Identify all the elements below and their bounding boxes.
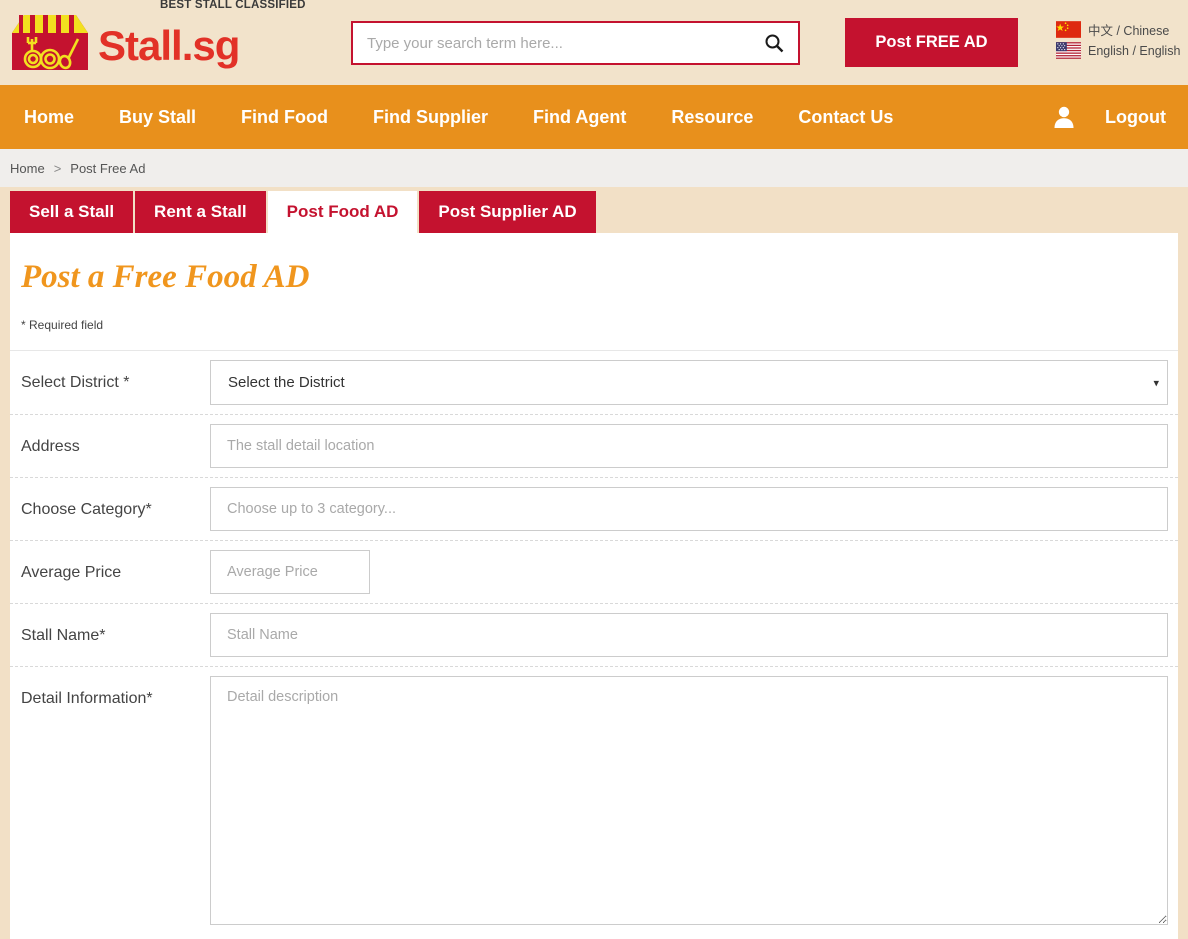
label-select-district: Select District *	[10, 360, 210, 392]
required-field-note: * Required field	[21, 318, 1178, 332]
search-button[interactable]	[750, 23, 798, 63]
language-option-chinese[interactable]: 中文 / Chinese	[1056, 20, 1180, 39]
form-row-detail-information: Detail Information*	[10, 666, 1178, 939]
form-row-address: Address	[10, 414, 1178, 477]
tab-post-supplier-ad[interactable]: Post Supplier AD	[419, 191, 595, 233]
nav-item-logout[interactable]: Logout	[1105, 107, 1166, 128]
post-food-ad-form: Select District * Select the District ▾ …	[10, 350, 1178, 939]
form-row-district: Select District * Select the District ▾	[10, 350, 1178, 414]
nav-item-find-agent[interactable]: Find Agent	[533, 107, 626, 128]
district-select[interactable]: Select the District ▾	[210, 360, 1168, 405]
nav-account-area: Logout	[1053, 105, 1166, 129]
detail-information-textarea[interactable]	[210, 676, 1168, 925]
main-navigation: Home Buy Stall Find Food Find Supplier F…	[0, 85, 1188, 149]
breadcrumb-home[interactable]: Home	[10, 161, 45, 176]
district-select-value[interactable]: Select the District	[210, 360, 1168, 405]
nav-item-home[interactable]: Home	[24, 107, 74, 128]
tab-sell-a-stall[interactable]: Sell a Stall	[10, 191, 133, 233]
search-icon	[764, 33, 784, 53]
brand-name: Stall.sg	[98, 25, 239, 67]
form-row-category: Choose Category*	[10, 477, 1178, 540]
nav-item-buy-stall[interactable]: Buy Stall	[119, 107, 196, 128]
post-food-ad-panel: Post a Free Food AD * Required field Sel…	[10, 233, 1178, 939]
language-label-english: English / English	[1088, 44, 1180, 58]
brand-tagline: BEST STALL CLASSIFIED	[160, 0, 306, 11]
category-input[interactable]	[210, 487, 1168, 531]
stall-name-input[interactable]	[210, 613, 1168, 657]
label-average-price: Average Price	[10, 550, 210, 582]
page-title: Post a Free Food AD	[21, 259, 1178, 296]
user-icon[interactable]	[1053, 105, 1075, 129]
language-option-english[interactable]: English / English	[1056, 42, 1180, 59]
post-free-ad-button[interactable]: Post FREE AD	[845, 18, 1018, 67]
breadcrumb: Home > Post Free Ad	[0, 149, 1188, 187]
nav-item-resource[interactable]: Resource	[671, 107, 753, 128]
label-detail-information: Detail Information*	[10, 676, 210, 708]
address-input[interactable]	[210, 424, 1168, 468]
ad-type-tabs: Sell a Stall Rent a Stall Post Food AD P…	[0, 187, 1188, 233]
nav-item-find-supplier[interactable]: Find Supplier	[373, 107, 488, 128]
search-input[interactable]	[353, 23, 750, 63]
form-row-stall-name: Stall Name*	[10, 603, 1178, 666]
usa-flag-icon	[1056, 42, 1081, 59]
form-row-average-price: Average Price	[10, 540, 1178, 603]
tab-post-food-ad[interactable]: Post Food AD	[268, 191, 418, 233]
nav-item-contact-us[interactable]: Contact Us	[798, 107, 893, 128]
china-flag-icon	[1056, 21, 1081, 38]
language-switcher: 中文 / Chinese	[1056, 20, 1180, 59]
nav-item-find-food[interactable]: Find Food	[241, 107, 328, 128]
label-choose-category: Choose Category*	[10, 487, 210, 519]
stall-awning-icon	[10, 13, 90, 73]
breadcrumb-separator: >	[54, 161, 62, 176]
label-address: Address	[10, 424, 210, 456]
search-bar	[351, 21, 800, 65]
breadcrumb-current: Post Free Ad	[70, 161, 145, 176]
average-price-input[interactable]	[210, 550, 370, 594]
tab-rent-a-stall[interactable]: Rent a Stall	[135, 191, 266, 233]
label-stall-name: Stall Name*	[10, 613, 210, 645]
site-header: BEST STALL CLASSIFIED Stall.sg Post FREE…	[0, 0, 1188, 85]
logo-block[interactable]: BEST STALL CLASSIFIED Stall.sg	[10, 13, 239, 73]
language-label-chinese: 中文 / Chinese	[1088, 20, 1169, 39]
